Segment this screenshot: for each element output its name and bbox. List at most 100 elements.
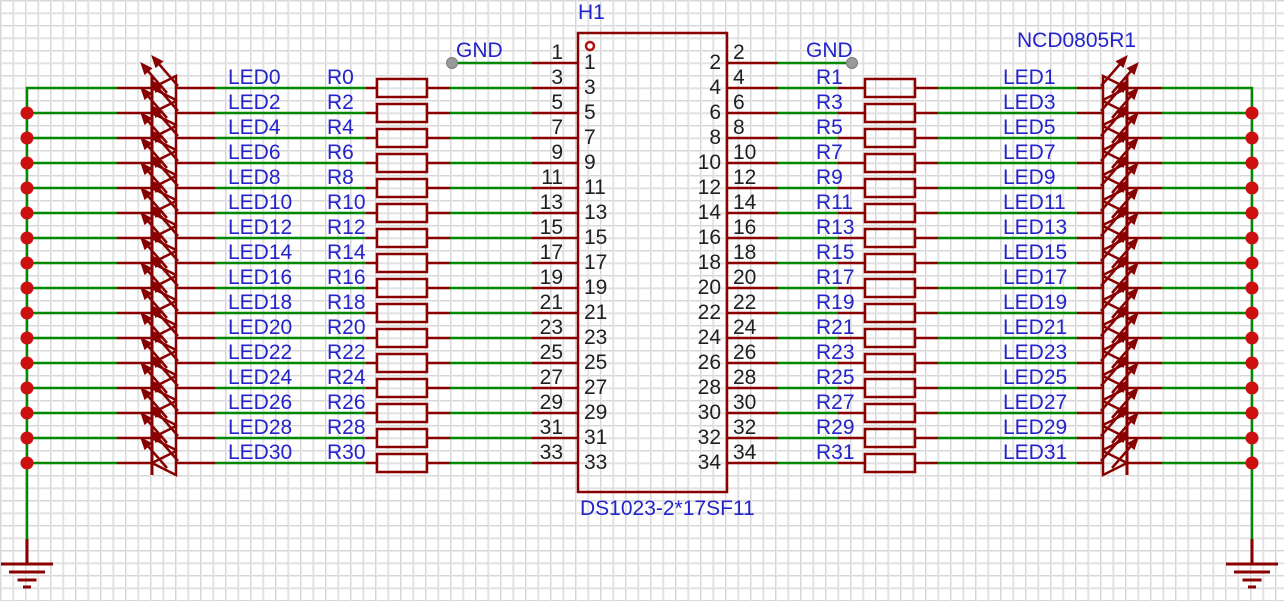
resistor-ref-left[interactable]: R14 [327, 242, 366, 264]
net-label-led-right[interactable]: LED15 [1003, 242, 1067, 264]
pin-number-outside-right: 22 [733, 292, 756, 314]
pin-name-inside-left: 21 [584, 302, 607, 324]
net-label-led-right[interactable]: LED3 [1003, 92, 1056, 114]
pin-number-outside-right: 4 [733, 67, 745, 89]
ground-symbol-icons[interactable] [1, 539, 1278, 587]
net-label-led-right[interactable]: LED17 [1003, 267, 1067, 289]
resistor-ref-left[interactable]: R30 [327, 442, 366, 464]
resistor-ref-left[interactable]: R10 [327, 192, 366, 214]
net-label-led-right[interactable]: LED27 [1003, 392, 1067, 414]
pin-number-outside-left: 25 [540, 342, 563, 364]
net-label-led-right[interactable]: LED29 [1003, 417, 1067, 439]
resistor-ref-left[interactable]: R26 [327, 392, 366, 414]
schematic-canvas: H1 DS1023-2*17SF11 NCD0805R1 GND GND 1 1… [0, 0, 1284, 601]
pin-name-inside-left: 17 [584, 252, 607, 274]
net-label-led-left[interactable]: LED6 [228, 142, 281, 164]
led-part-label[interactable]: NCD0805R1 [1017, 30, 1136, 52]
pin-name-inside-right: 12 [698, 177, 721, 199]
pin-number-outside-left: 11 [541, 167, 563, 189]
resistor-ref-left[interactable]: R28 [327, 417, 366, 439]
pin-number-outside-left: 7 [551, 117, 563, 139]
header-designator-label[interactable]: H1 [578, 2, 605, 24]
net-label-led-left[interactable]: LED18 [228, 292, 292, 314]
resistor-ref-left[interactable]: R18 [327, 292, 366, 314]
net-label-led-right[interactable]: LED23 [1003, 342, 1067, 364]
net-label-led-right[interactable]: LED7 [1003, 142, 1056, 164]
net-label-led-left[interactable]: LED20 [228, 317, 292, 339]
pin-number-outside-left: 33 [540, 442, 563, 464]
resistor-ref-right[interactable]: R9 [816, 167, 843, 189]
resistor-ref-left[interactable]: R2 [327, 92, 354, 114]
resistor-ref-right[interactable]: R17 [816, 267, 855, 289]
pin-number-outside-right: 32 [733, 417, 756, 439]
led-symbols[interactable] [152, 76, 1127, 475]
resistor-ref-right[interactable]: R29 [816, 417, 855, 439]
pin-number-outside-left: 23 [540, 317, 563, 339]
resistor-ref-left[interactable]: R8 [327, 167, 354, 189]
net-label-led-right[interactable]: LED11 [1003, 192, 1066, 214]
resistor-ref-right[interactable]: R21 [816, 317, 855, 339]
resistor-ref-left[interactable]: R0 [327, 67, 354, 89]
pin-number-outside-left: 15 [540, 217, 563, 239]
gnd-net-label-left[interactable]: GND [456, 40, 503, 62]
net-label-led-right[interactable]: LED13 [1003, 217, 1067, 239]
pin-number-outside-left: 19 [540, 267, 563, 289]
pin-number-outside-left: 21 [540, 292, 563, 314]
resistor-ref-right[interactable]: R5 [816, 117, 843, 139]
net-label-led-left[interactable]: LED24 [228, 367, 292, 389]
resistor-ref-left[interactable]: R24 [327, 367, 366, 389]
net-label-led-left[interactable]: LED14 [228, 242, 292, 264]
net-label-led-left[interactable]: LED10 [228, 192, 292, 214]
pin-number-outside-right: 12 [733, 167, 756, 189]
resistor-ref-right[interactable]: R15 [816, 242, 855, 264]
net-label-led-left[interactable]: LED16 [228, 267, 292, 289]
pin-name-inside-right: 34 [698, 452, 721, 474]
resistor-ref-right[interactable]: R1 [816, 67, 843, 89]
net-label-led-right[interactable]: LED21 [1003, 317, 1067, 339]
net-label-led-left[interactable]: LED8 [228, 167, 281, 189]
net-label-led-left[interactable]: LED4 [228, 117, 281, 139]
gnd-net-label-right[interactable]: GND [806, 40, 853, 62]
pin-number-outside-right: 34 [733, 442, 756, 464]
resistor-ref-left[interactable]: R16 [327, 267, 366, 289]
resistor-ref-left[interactable]: R22 [327, 342, 366, 364]
resistor-ref-right[interactable]: R27 [816, 392, 855, 414]
resistor-ref-right[interactable]: R19 [816, 292, 855, 314]
pin-number-outside-left: 1 [551, 42, 563, 64]
resistor-ref-right[interactable]: R13 [816, 217, 855, 239]
net-label-led-left[interactable]: LED22 [228, 342, 292, 364]
net-label-led-left[interactable]: LED30 [228, 442, 292, 464]
resistor-ref-left[interactable]: R20 [327, 317, 366, 339]
net-label-led-left[interactable]: LED28 [228, 417, 292, 439]
wires[interactable] [27, 63, 1252, 541]
resistor-ref-right[interactable]: R11 [816, 192, 853, 214]
resistor-ref-left[interactable]: R4 [327, 117, 354, 139]
resistor-ref-right[interactable]: R3 [816, 92, 843, 114]
pin-number-outside-right: 8 [733, 117, 745, 139]
net-label-led-right[interactable]: LED19 [1003, 292, 1067, 314]
net-label-led-left[interactable]: LED26 [228, 392, 292, 414]
pin-number-outside-right: 20 [733, 267, 756, 289]
net-label-led-right[interactable]: LED31 [1003, 442, 1067, 464]
pin-number-outside-right: 10 [733, 142, 756, 164]
net-label-led-right[interactable]: LED1 [1003, 67, 1056, 89]
net-label-led-left[interactable]: LED12 [228, 217, 292, 239]
pin-number-outside-right: 6 [733, 92, 745, 114]
net-label-led-left[interactable]: LED2 [228, 92, 281, 114]
net-label-led-left[interactable]: LED0 [228, 67, 281, 89]
resistor-ref-right[interactable]: R23 [816, 342, 855, 364]
resistor-ref-right[interactable]: R7 [816, 142, 843, 164]
resistor-ref-left[interactable]: R12 [327, 217, 366, 239]
net-label-led-right[interactable]: LED9 [1003, 167, 1056, 189]
net-label-led-right[interactable]: LED25 [1003, 367, 1067, 389]
pin-number-outside-right: 24 [733, 317, 756, 339]
pin-name-inside-right: 24 [698, 327, 721, 349]
pin-name-inside-right: 10 [698, 152, 721, 174]
pin-number-outside-left: 13 [540, 192, 563, 214]
net-label-led-right[interactable]: LED5 [1003, 117, 1056, 139]
header-part-label[interactable]: DS1023-2*17SF11 [580, 498, 755, 520]
resistor-ref-left[interactable]: R6 [327, 142, 354, 164]
pin-name-inside-left: 7 [584, 127, 596, 149]
resistor-ref-right[interactable]: R25 [816, 367, 855, 389]
resistor-ref-right[interactable]: R31 [816, 442, 855, 464]
